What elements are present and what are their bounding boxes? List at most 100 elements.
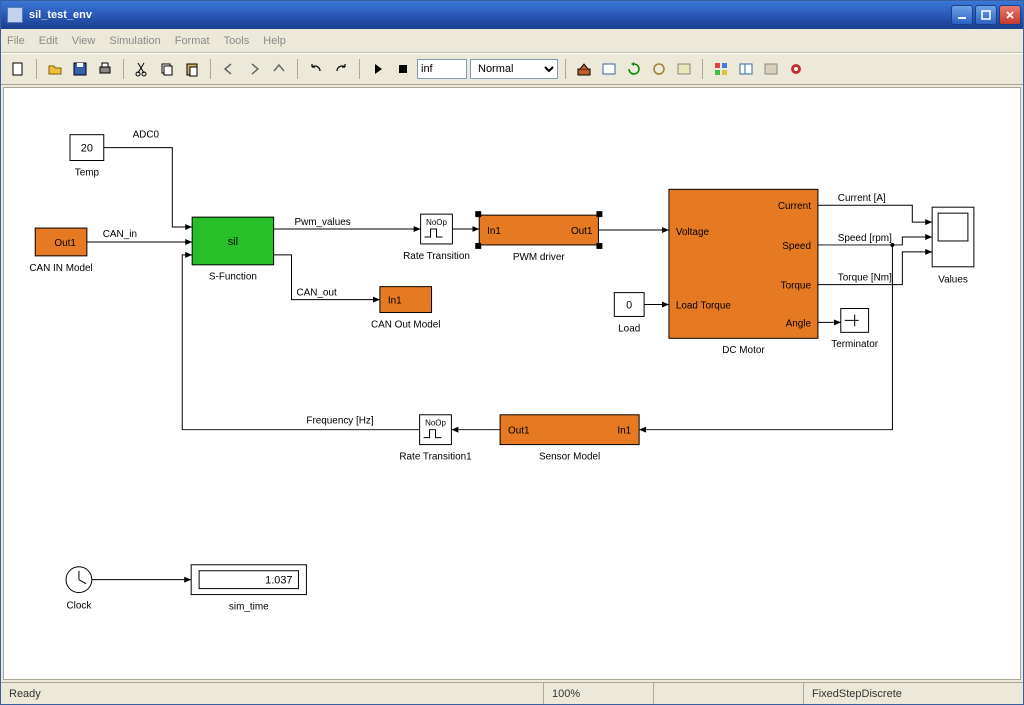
svg-text:sil: sil — [228, 236, 238, 248]
block-rate-transition[interactable]: NoOp Rate Transition — [403, 214, 470, 262]
svg-text:Values: Values — [938, 275, 968, 286]
save-icon[interactable] — [69, 58, 91, 80]
block-terminator[interactable]: Terminator — [831, 309, 879, 351]
redo-icon[interactable] — [330, 58, 352, 80]
close-button[interactable] — [999, 5, 1021, 25]
block-s-function[interactable]: sil S-Function — [192, 217, 273, 283]
titlebar[interactable]: sil_test_env — [1, 1, 1023, 29]
signal-speed: Speed [rpm] — [838, 233, 892, 244]
block-sim-time[interactable]: 1.037 sim_time — [191, 565, 306, 613]
new-icon[interactable] — [7, 58, 29, 80]
tools-icon-2[interactable] — [648, 58, 670, 80]
block-rate-transition-1[interactable]: NoOp Rate Transition1 — [399, 415, 472, 463]
statusbar: Ready 100% FixedStepDiscrete — [1, 682, 1023, 704]
mode-select[interactable]: Normal — [470, 59, 558, 79]
maximize-button[interactable] — [975, 5, 997, 25]
svg-text:Voltage: Voltage — [676, 227, 710, 238]
svg-text:Terminator: Terminator — [831, 339, 879, 350]
app-window: sil_test_env File Edit View Simulation F… — [0, 0, 1024, 705]
copy-icon[interactable] — [156, 58, 178, 80]
block-load[interactable]: 0 Load — [614, 293, 644, 335]
menu-edit[interactable]: Edit — [39, 35, 58, 47]
svg-text:PWM driver: PWM driver — [513, 252, 566, 263]
svg-text:Rate Transition1: Rate Transition1 — [399, 451, 472, 462]
block-can-in[interactable]: Out1 CAN IN Model — [29, 228, 92, 274]
svg-text:Load Torque: Load Torque — [676, 301, 731, 312]
menubar: File Edit View Simulation Format Tools H… — [1, 29, 1023, 53]
block-pwm-driver[interactable]: In1 Out1 PWM driver — [475, 211, 602, 263]
svg-text:In1: In1 — [617, 426, 631, 437]
tools-icon-4[interactable] — [760, 58, 782, 80]
svg-text:1.037: 1.037 — [265, 575, 292, 587]
paste-icon[interactable] — [181, 58, 203, 80]
open-icon[interactable] — [44, 58, 66, 80]
svg-text:Rate Transition: Rate Transition — [403, 251, 470, 262]
svg-text:sim_time: sim_time — [229, 601, 269, 612]
model-canvas[interactable]: 20 Temp ADC0 Out1 CAN IN Model CAN_in si… — [3, 87, 1021, 680]
svg-text:Speed: Speed — [782, 241, 811, 252]
svg-text:Load: Load — [618, 323, 640, 334]
debug-icon[interactable] — [785, 58, 807, 80]
svg-text:Temp: Temp — [75, 167, 100, 178]
block-can-out[interactable]: In1 CAN Out Model — [371, 287, 440, 331]
svg-text:In1: In1 — [487, 226, 501, 237]
svg-text:Torque: Torque — [781, 281, 812, 292]
status-zoom: 100% — [543, 683, 653, 704]
minimize-button[interactable] — [951, 5, 973, 25]
svg-text:Out1: Out1 — [54, 238, 76, 249]
build-icon[interactable] — [573, 58, 595, 80]
svg-text:Out1: Out1 — [508, 426, 530, 437]
status-empty — [653, 683, 803, 704]
svg-text:Angle: Angle — [786, 318, 812, 329]
svg-text:Sensor Model: Sensor Model — [539, 451, 600, 462]
app-icon — [7, 7, 23, 23]
signal-can-in: CAN_in — [103, 229, 137, 240]
svg-text:In1: In1 — [388, 296, 402, 307]
tools-icon-3[interactable] — [673, 58, 695, 80]
svg-text:CAN IN Model: CAN IN Model — [29, 263, 92, 274]
signal-current: Current [A] — [838, 193, 886, 204]
svg-text:S-Function: S-Function — [209, 272, 257, 283]
signal-pwm-values: Pwm_values — [294, 217, 350, 228]
svg-text:Out1: Out1 — [571, 226, 593, 237]
menu-help[interactable]: Help — [263, 35, 286, 47]
svg-text:0: 0 — [626, 300, 632, 312]
library-icon[interactable] — [710, 58, 732, 80]
svg-text:NoOp: NoOp — [425, 419, 446, 428]
menu-tools[interactable]: Tools — [224, 35, 250, 47]
undo-icon[interactable] — [305, 58, 327, 80]
forward-icon[interactable] — [243, 58, 265, 80]
svg-text:Clock: Clock — [67, 600, 92, 611]
svg-text:20: 20 — [81, 143, 93, 155]
back-icon[interactable] — [218, 58, 240, 80]
svg-text:CAN Out Model: CAN Out Model — [371, 319, 440, 330]
menu-simulation[interactable]: Simulation — [109, 35, 160, 47]
model-explorer-icon[interactable] — [735, 58, 757, 80]
signal-frequency: Frequency [Hz] — [306, 416, 374, 427]
block-clock[interactable]: Clock — [66, 567, 92, 612]
svg-text:NoOp: NoOp — [426, 218, 447, 227]
svg-text:DC Motor: DC Motor — [722, 345, 765, 356]
refresh-icon[interactable] — [623, 58, 645, 80]
cut-icon[interactable] — [131, 58, 153, 80]
status-solver: FixedStepDiscrete — [803, 683, 1023, 704]
toolbar: Normal — [1, 53, 1023, 85]
signal-can-out: CAN_out — [296, 288, 337, 299]
stop-icon[interactable] — [392, 58, 414, 80]
signal-torque: Torque [Nm] — [838, 273, 892, 284]
menu-file[interactable]: File — [7, 35, 25, 47]
svg-text:Current: Current — [778, 201, 811, 212]
stop-time-input[interactable] — [417, 59, 467, 79]
menu-format[interactable]: Format — [175, 35, 210, 47]
tools-icon-1[interactable] — [598, 58, 620, 80]
menu-view[interactable]: View — [72, 35, 96, 47]
block-sensor-model[interactable]: Out1 In1 Sensor Model — [500, 415, 639, 463]
print-icon[interactable] — [94, 58, 116, 80]
signal-adc0: ADC0 — [133, 130, 160, 141]
up-icon[interactable] — [268, 58, 290, 80]
block-dc-motor[interactable]: Voltage Load Torque Current Speed Torque… — [669, 189, 818, 356]
status-ready: Ready — [1, 683, 543, 704]
play-icon[interactable] — [367, 58, 389, 80]
block-scope[interactable]: Values — [932, 207, 974, 285]
block-temp[interactable]: 20 Temp — [70, 135, 104, 179]
